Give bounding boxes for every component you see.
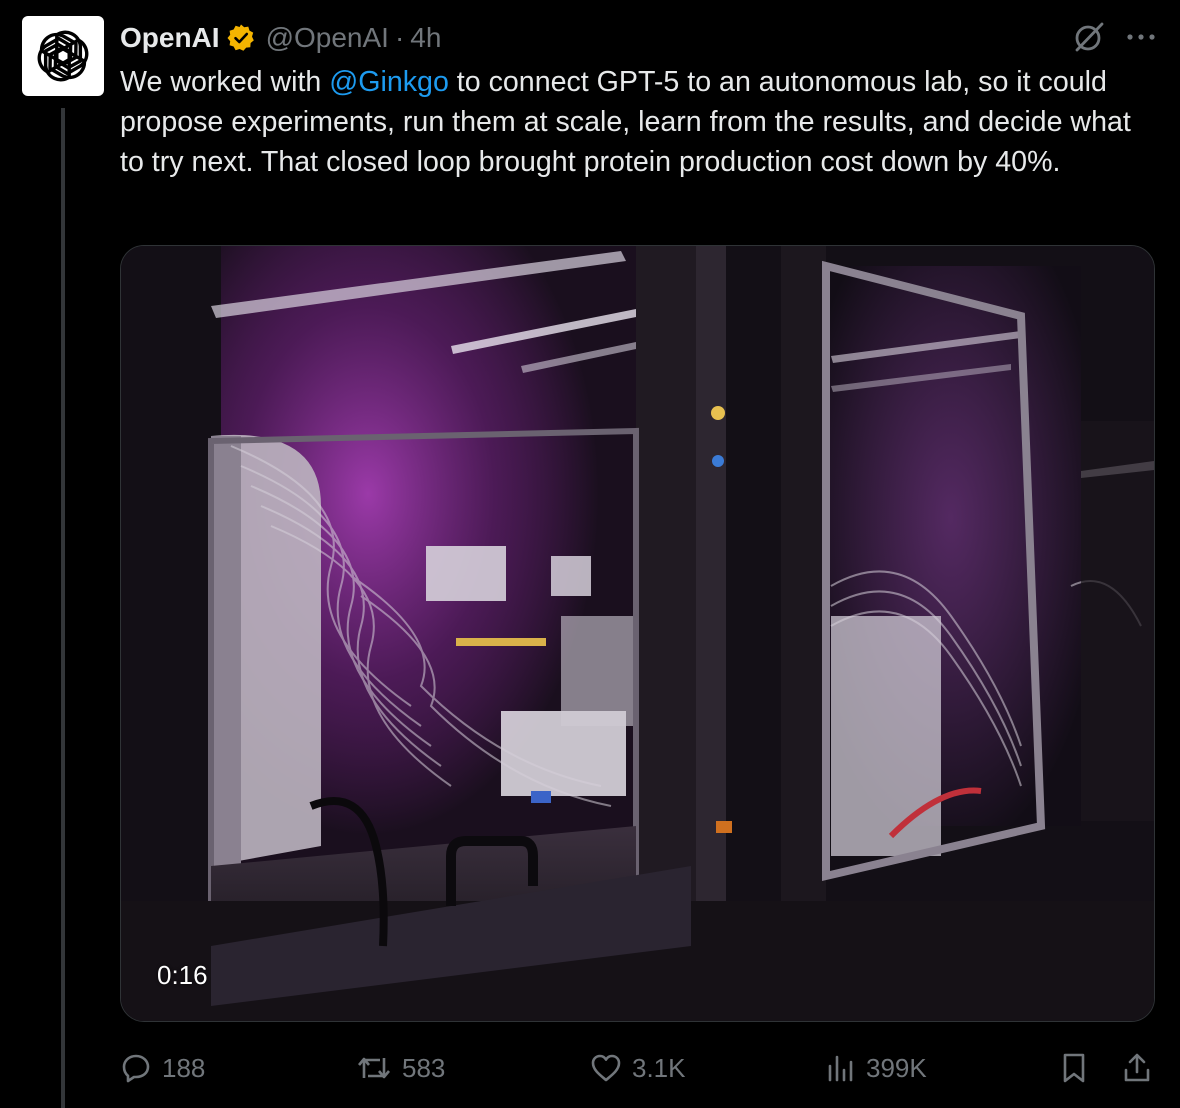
repost-icon [358, 1057, 390, 1079]
author-handle[interactable]: @OpenAI [266, 22, 389, 54]
share-button[interactable] [1122, 1045, 1162, 1091]
bookmark-icon [1063, 1053, 1085, 1083]
views-button[interactable]: 399K [826, 1045, 927, 1091]
analytics-icon [828, 1055, 853, 1082]
bookmark-button[interactable] [1060, 1045, 1098, 1091]
heart-icon [591, 1054, 621, 1082]
header-separator: · [394, 22, 405, 53]
repost-button[interactable]: 583 [356, 1045, 445, 1091]
reply-button[interactable]: 188 [120, 1045, 205, 1091]
thread-line [61, 108, 65, 1108]
share-icon [1124, 1053, 1150, 1082]
post-text: We worked with @Ginkgo to connect GPT-5 … [120, 62, 1150, 182]
like-button[interactable]: 3.1K [590, 1045, 686, 1091]
openai-logo-icon [37, 30, 89, 82]
video-player[interactable]: 0:16 [120, 245, 1155, 1022]
post-timestamp[interactable]: 4h [410, 22, 441, 54]
views-count: 399K [866, 1052, 927, 1083]
action-bar: 188 583 3.1K 399K [120, 1045, 1160, 1091]
post-text-before: We worked with [120, 66, 330, 98]
video-duration: 0:16 [157, 960, 208, 990]
top-actions [1072, 20, 1156, 54]
post-header: OpenAI @OpenAI · 4h [120, 18, 441, 58]
author-name[interactable]: OpenAI [120, 22, 220, 54]
avatar[interactable] [22, 16, 104, 96]
like-count: 3.1K [632, 1052, 686, 1083]
more-options-icon[interactable] [1126, 32, 1156, 42]
verified-badge-icon[interactable] [226, 23, 256, 53]
mention-link[interactable]: @Ginkgo [329, 66, 449, 98]
grok-icon[interactable] [1072, 20, 1106, 54]
post-card: OpenAI @OpenAI · 4h We worked with @Gink [0, 0, 1180, 1108]
reply-icon [122, 1054, 150, 1083]
reply-count: 188 [162, 1052, 206, 1083]
repost-count: 583 [402, 1052, 446, 1083]
video-frame [121, 246, 1154, 1021]
